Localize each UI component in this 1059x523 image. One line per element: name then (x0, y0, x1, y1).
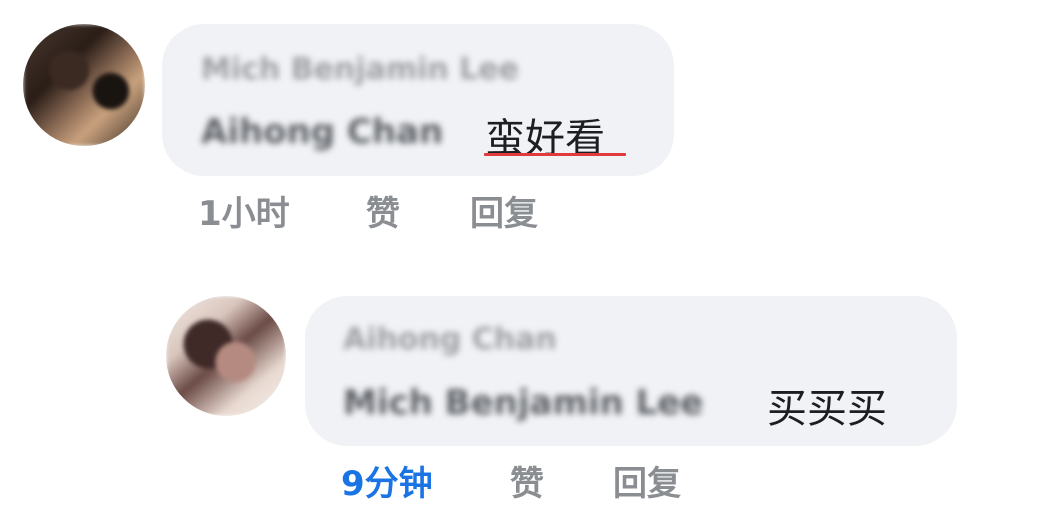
like-button[interactable]: 赞 (510, 456, 544, 505)
avatar[interactable] (23, 24, 145, 146)
spellcheck-underline (484, 153, 626, 156)
mention-link[interactable]: Aihong Chan (201, 112, 443, 152)
timestamp[interactable]: 1小时 (198, 186, 290, 235)
comment-text: 买买买 (767, 386, 887, 432)
reply-button[interactable]: 回复 (613, 456, 681, 505)
mention-link[interactable]: Mich Benjamin Lee (343, 383, 703, 423)
avatar[interactable] (166, 296, 286, 416)
like-button[interactable]: 赞 (366, 186, 400, 235)
comment-author[interactable]: Mich Benjamin Lee (201, 52, 519, 87)
timestamp[interactable]: 9分钟 (341, 456, 433, 505)
avatar-image (23, 24, 145, 146)
comment-author[interactable]: Aihong Chan (343, 322, 557, 357)
avatar-image (166, 296, 286, 416)
reply-button[interactable]: 回复 (470, 186, 538, 235)
